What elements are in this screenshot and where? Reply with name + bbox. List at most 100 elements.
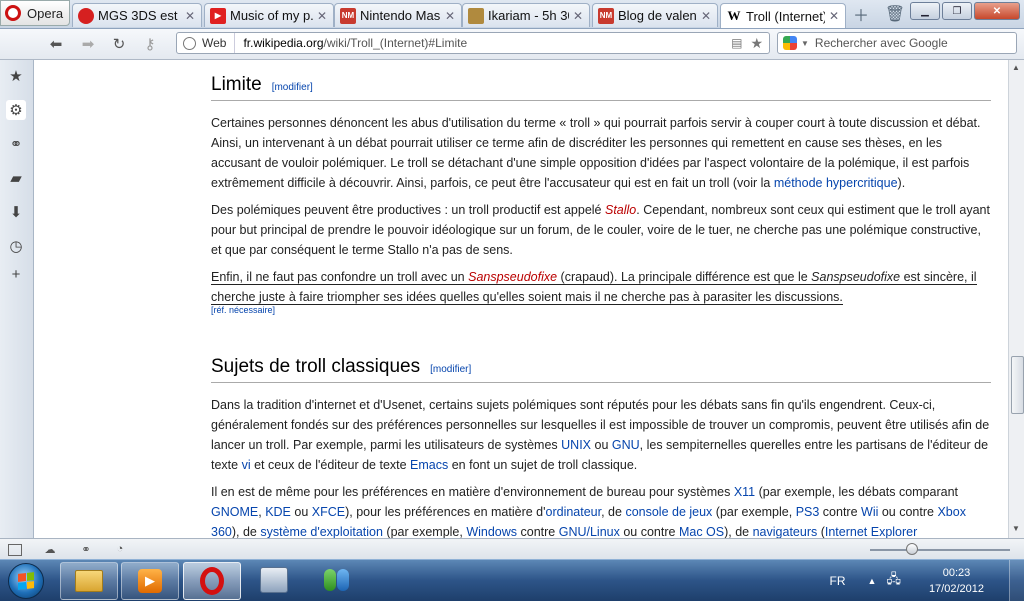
bookmarks-star-icon[interactable]: ★ <box>6 66 26 86</box>
settings-gear-icon[interactable]: ⚙ <box>6 100 26 120</box>
article-body: Limite [modifier] Certaines personnes dén… <box>196 60 992 538</box>
tab-label: Music of my p... <box>230 8 313 23</box>
tab-label: Ikariam - 5h 30... <box>488 8 569 23</box>
xfce-link[interactable]: XFCE <box>312 505 345 519</box>
address-field[interactable]: Web fr.wikipedia.org/wiki/Troll_(Interne… <box>176 32 770 54</box>
paragraph-text: contre <box>517 525 559 538</box>
youtube-icon: ▶ <box>210 7 226 24</box>
history-clock-icon[interactable]: ◷ <box>6 236 26 256</box>
network-icon[interactable]: 🖧 <box>886 570 901 592</box>
x11-link[interactable]: X11 <box>734 485 755 499</box>
maximize-button[interactable]: ❐ <box>942 2 972 20</box>
back-arrow-icon[interactable]: ⬅ <box>46 34 66 54</box>
paragraph-text: ), pour les préférences en matière d' <box>345 505 546 519</box>
trash-icon[interactable]: 🗑 <box>885 5 905 23</box>
opera-icon <box>200 567 224 595</box>
unix-link[interactable]: UNIX <box>561 438 591 452</box>
gnulinux-link[interactable]: GNU/Linux <box>559 525 620 538</box>
media-player-taskbar-button[interactable]: ▶ <box>121 562 179 600</box>
macos-link[interactable]: Mac OS <box>679 525 724 538</box>
url-text[interactable]: fr.wikipedia.org/wiki/Troll_(Internet)#L… <box>235 36 731 50</box>
clock-date: 17/02/2012 <box>928 582 984 595</box>
wii-link[interactable]: Wii <box>861 505 878 519</box>
close-icon[interactable]: ✕ <box>185 9 195 23</box>
paragraph-text: (par exemple, <box>712 505 796 519</box>
navigateurs-link[interactable]: navigateurs <box>753 525 818 538</box>
system-tray: FR ▲ 🖧 00:23 17/02/2012 <box>830 560 1024 601</box>
control-panel-taskbar-button[interactable] <box>246 562 302 598</box>
downloads-icon[interactable]: ⬇ <box>6 202 26 222</box>
close-icon[interactable]: ✕ <box>829 9 839 23</box>
close-icon[interactable]: ✕ <box>445 9 455 23</box>
paragraph-text: ( <box>817 525 825 538</box>
kde-link[interactable]: KDE <box>265 505 291 519</box>
tab-ikariam[interactable]: Ikariam - 5h 30... ✕ <box>462 3 590 27</box>
paragraph: Dans la tradition d'internet et d'Usenet… <box>211 395 991 475</box>
methode-hypercritique-link[interactable]: méthode hypercritique <box>774 176 898 190</box>
sanspseudofixe-link[interactable]: Sanspseudofixe <box>468 270 557 284</box>
tab-blog[interactable]: NM Blog de valenti... ✕ <box>592 3 718 27</box>
close-icon[interactable]: ✕ <box>573 9 583 23</box>
edit-link[interactable]: [modifier] <box>272 82 313 93</box>
show-hidden-icons-icon[interactable]: ▲ <box>868 576 877 586</box>
rss-icon[interactable]: ▤ <box>731 36 742 50</box>
start-button[interactable] <box>2 561 50 601</box>
vertical-scrollbar[interactable]: ▲ ▼ <box>1008 60 1024 538</box>
clock[interactable]: 00:23 17/02/2012 <box>929 565 984 597</box>
zoom-slider-knob[interactable] <box>906 543 918 555</box>
gnome-link[interactable]: GNOME <box>211 505 258 519</box>
tab-troll-active[interactable]: W Troll (Internet)... ✕ <box>720 3 846 28</box>
show-desktop-button[interactable] <box>1009 560 1024 601</box>
chevron-down-icon[interactable]: ▼ <box>801 39 809 48</box>
notes-icon[interactable]: ▰ <box>6 168 26 188</box>
reload-icon[interactable]: ↻ <box>109 34 129 54</box>
opera-taskbar-button[interactable] <box>183 562 241 600</box>
turbo-icon[interactable]: ◔ <box>112 542 128 556</box>
new-tab-plus-icon[interactable]: ＋ <box>852 5 870 25</box>
vi-link[interactable]: vi <box>242 458 251 472</box>
tab-music[interactable]: ▶ Music of my p... ✕ <box>204 3 334 27</box>
security-badge[interactable]: Web <box>177 33 236 53</box>
unite-status-icon[interactable]: ⚭ <box>78 542 94 556</box>
unite-icon[interactable]: ⚭ <box>6 134 26 154</box>
close-icon[interactable]: ✕ <box>701 9 711 23</box>
emacs-link[interactable]: Emacs <box>410 458 448 472</box>
console-link[interactable]: console de jeux <box>625 505 712 519</box>
paragraph-text: ou <box>591 438 612 452</box>
panel-toggle-icon[interactable] <box>8 544 22 556</box>
scroll-thumb[interactable] <box>1011 356 1024 414</box>
folder-icon <box>75 570 103 592</box>
ordinateur-link[interactable]: ordinateur <box>546 505 602 519</box>
messenger-taskbar-button[interactable] <box>308 562 364 598</box>
url-path: /wiki/Troll_(Internet)#Limite <box>323 36 468 50</box>
windows-link[interactable]: Windows <box>466 525 517 538</box>
explorer-taskbar-button[interactable] <box>60 562 118 600</box>
forward-arrow-icon[interactable]: ➡ <box>78 34 98 54</box>
gnu-link[interactable]: GNU <box>612 438 640 452</box>
tab-mgs[interactable]: MGS 3DS est h... ✕ <box>72 3 202 27</box>
search-placeholder: Rechercher avec Google <box>814 36 948 50</box>
os-link[interactable]: système d'exploitation <box>260 525 383 538</box>
language-indicator[interactable]: FR <box>830 574 846 588</box>
tab-nintendo[interactable]: NM Nintendo Mas... ✕ <box>334 3 462 27</box>
opera-menu-button[interactable]: Opera <box>0 0 70 26</box>
ie-link[interactable]: Internet Explorer <box>825 525 917 538</box>
zoom-slider-track[interactable] <box>870 549 1010 551</box>
minimize-button[interactable]: ▁ <box>910 2 940 20</box>
close-icon[interactable]: ✕ <box>317 9 327 23</box>
ps3-link[interactable]: PS3 <box>796 505 820 519</box>
add-panel-plus-icon[interactable]: + <box>6 264 26 284</box>
stallo-link[interactable]: Stallo <box>605 203 636 217</box>
section-limite: Limite [modifier] Certaines personnes dén… <box>211 74 991 315</box>
paragraph-text: ), de <box>724 525 753 538</box>
windows-taskbar: ▶ FR ▲ 🖧 00:23 17/02/2012 <box>0 559 1024 601</box>
star-icon[interactable]: ★ <box>750 35 763 52</box>
scroll-up-arrow-icon[interactable]: ▲ <box>1012 63 1020 72</box>
cloud-sync-icon[interactable]: ☁ <box>42 542 58 556</box>
scroll-down-arrow-icon[interactable]: ▼ <box>1012 524 1020 533</box>
edit-link[interactable]: [modifier] <box>430 364 471 375</box>
key-icon[interactable]: ⚷ <box>140 34 160 54</box>
badge-label: Web <box>202 36 227 50</box>
close-window-button[interactable]: ✕ <box>974 2 1020 20</box>
search-field[interactable]: ▼ Rechercher avec Google <box>777 32 1017 54</box>
